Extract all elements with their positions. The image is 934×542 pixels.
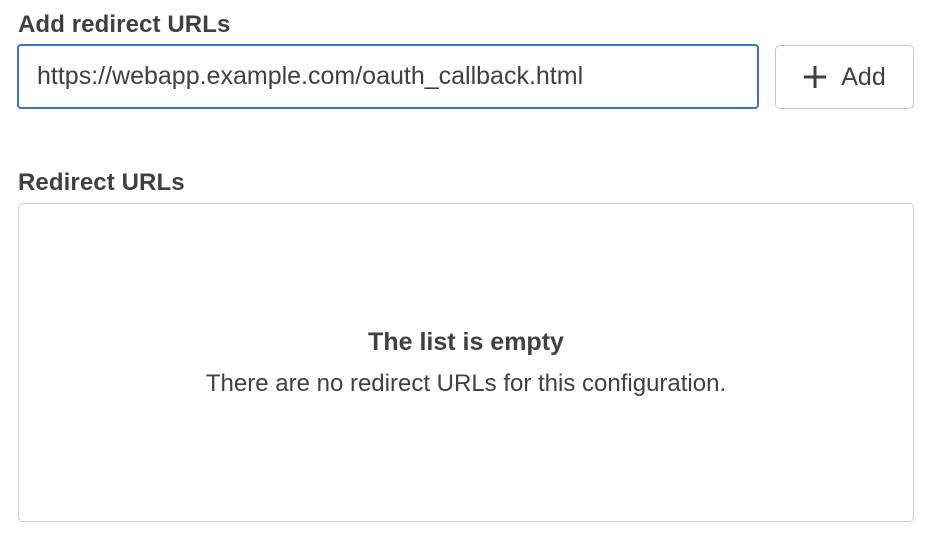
add-button[interactable]: Add [775,45,914,109]
redirect-url-input[interactable] [17,44,759,109]
empty-state-title: The list is empty [368,328,564,356]
redirect-urls-list: The list is empty There are no redirect … [18,203,914,522]
add-button-label: Add [841,62,886,91]
plus-icon [804,66,827,88]
add-redirect-urls-label: Add redirect URLs [18,11,231,38]
redirect-urls-label: Redirect URLs [18,169,185,196]
empty-state-description: There are no redirect URLs for this conf… [205,370,727,397]
